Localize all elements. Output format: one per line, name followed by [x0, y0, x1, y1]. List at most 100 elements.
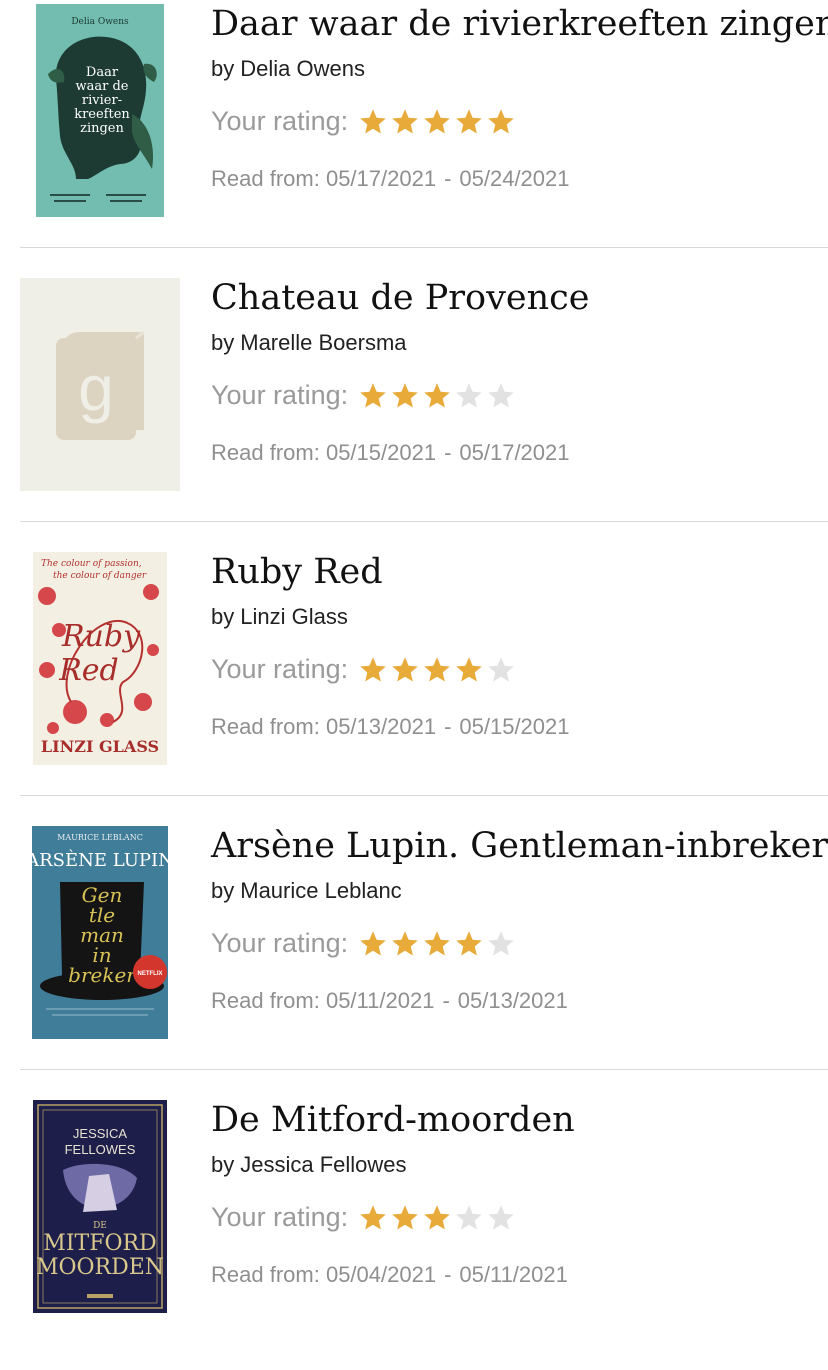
book-cover[interactable]: MAURICE LEBLANC ARSÈNE LUPIN Gen tle man…: [32, 826, 168, 1039]
book-title[interactable]: Chateau de Provence: [211, 278, 589, 318]
cover-author-line: FELLOWES: [65, 1142, 136, 1157]
book-cover[interactable]: The colour of passion, the colour of dan…: [33, 552, 167, 765]
star-filled-icon[interactable]: [486, 107, 516, 137]
read-start-date: 05/15/2021: [325, 440, 437, 465]
book-cover-placeholder[interactable]: g: [20, 278, 180, 491]
author-name[interactable]: Delia Owens: [240, 56, 365, 81]
star-filled-icon[interactable]: [390, 1203, 420, 1233]
date-separator: -: [444, 1262, 452, 1287]
read-end-date: 05/13/2021: [457, 988, 568, 1013]
read-start-date: 05/11/2021: [325, 988, 435, 1013]
read-label: Read from:: [211, 714, 320, 739]
cover-title-line: waar de: [76, 79, 129, 94]
star-rating[interactable]: [358, 655, 518, 685]
cover-art: Delia Owens Daar waar de rivier- kreefte…: [36, 4, 164, 217]
star-filled-icon[interactable]: [422, 381, 452, 411]
list-item[interactable]: JESSICA FELLOWES DE MITFORD MOORDEN De M…: [0, 1096, 828, 1370]
star-filled-icon[interactable]: [422, 1203, 452, 1233]
book-author[interactable]: by Jessica Fellowes: [211, 1152, 407, 1178]
star-filled-icon[interactable]: [358, 929, 388, 959]
cover-title-line: breker: [68, 963, 137, 987]
rating-row: Your rating:: [211, 106, 518, 137]
cover-tagline: the colour of danger: [53, 571, 147, 581]
date-separator: -: [444, 440, 452, 465]
star-rating[interactable]: [358, 107, 518, 137]
author-prefix: by: [211, 1152, 235, 1177]
read-start-date: 05/13/2021: [325, 714, 437, 739]
cover-badge: NETFLIX: [138, 971, 163, 977]
author-name[interactable]: Maurice Leblanc: [240, 878, 401, 903]
book-author[interactable]: by Maurice Leblanc: [211, 878, 402, 904]
star-filled-icon[interactable]: [422, 929, 452, 959]
book-author[interactable]: by Delia Owens: [211, 56, 365, 82]
star-filled-icon[interactable]: [390, 381, 420, 411]
book-title[interactable]: Arsène Lupin. Gentleman-inbreker: [211, 826, 828, 866]
star-rating[interactable]: [358, 381, 518, 411]
cover-art: MAURICE LEBLANC ARSÈNE LUPIN Gen tle man…: [32, 826, 168, 1039]
read-label: Read from:: [211, 1262, 320, 1287]
cover-author-text: LINZI GLASS: [41, 737, 159, 756]
divider: [20, 521, 828, 522]
read-dates: Read from: 05/15/2021-05/17/2021: [211, 440, 570, 466]
star-filled-icon[interactable]: [358, 381, 388, 411]
author-prefix: by: [211, 330, 235, 355]
star-filled-icon[interactable]: [390, 929, 420, 959]
list-item[interactable]: Delia Owens Daar waar de rivier- kreefte…: [0, 0, 828, 274]
star-filled-icon[interactable]: [358, 107, 388, 137]
cover-author-text: Delia Owens: [71, 17, 129, 27]
book-title[interactable]: De Mitford-moorden: [211, 1100, 575, 1140]
star-filled-icon[interactable]: [422, 655, 452, 685]
list-item[interactable]: The colour of passion, the colour of dan…: [0, 548, 828, 822]
star-filled-icon[interactable]: [358, 655, 388, 685]
star-filled-icon[interactable]: [358, 1203, 388, 1233]
star-filled-icon[interactable]: [454, 655, 484, 685]
rating-row: Your rating:: [211, 1202, 518, 1233]
star-empty-icon[interactable]: [454, 1203, 484, 1233]
star-filled-icon[interactable]: [454, 107, 484, 137]
rating-label: Your rating:: [211, 928, 349, 958]
star-empty-icon[interactable]: [486, 655, 516, 685]
read-label: Read from:: [211, 988, 320, 1013]
author-name[interactable]: Marelle Boersma: [240, 330, 406, 355]
star-rating[interactable]: [358, 1203, 518, 1233]
rating-row: Your rating:: [211, 654, 518, 685]
list-item[interactable]: MAURICE LEBLANC ARSÈNE LUPIN Gen tle man…: [0, 822, 828, 1096]
cover-title-line: Ruby: [61, 619, 141, 654]
author-prefix: by: [211, 604, 235, 629]
star-empty-icon[interactable]: [454, 381, 484, 411]
read-end-date: 05/24/2021: [459, 166, 570, 191]
read-end-date: 05/11/2021: [459, 1262, 568, 1287]
read-dates: Read from: 05/13/2021-05/15/2021: [211, 714, 570, 740]
book-cover[interactable]: Delia Owens Daar waar de rivier- kreefte…: [36, 4, 164, 217]
list-item[interactable]: g Chateau de Provence by Marelle Boersma …: [0, 274, 828, 548]
book-author[interactable]: by Marelle Boersma: [211, 330, 407, 356]
read-start-date: 05/04/2021: [325, 1262, 437, 1287]
author-name[interactable]: Jessica Fellowes: [240, 1152, 406, 1177]
book-title[interactable]: Daar waar de rivierkreeften zingen: [211, 4, 828, 44]
book-cover[interactable]: JESSICA FELLOWES DE MITFORD MOORDEN: [33, 1100, 167, 1313]
author-prefix: by: [211, 56, 235, 81]
star-empty-icon[interactable]: [486, 381, 516, 411]
cover-tagline: The colour of passion,: [41, 559, 142, 569]
cover-title-line: DE: [93, 1221, 107, 1231]
star-filled-icon[interactable]: [390, 655, 420, 685]
book-author[interactable]: by Linzi Glass: [211, 604, 348, 630]
star-empty-icon[interactable]: [486, 929, 516, 959]
cover-title-line: Red: [58, 653, 119, 688]
date-separator: -: [442, 988, 450, 1013]
date-separator: -: [444, 714, 452, 739]
star-filled-icon[interactable]: [422, 107, 452, 137]
read-start-date: 05/17/2021: [325, 166, 437, 191]
cover-series-text: ARSÈNE LUPIN: [32, 848, 168, 871]
star-filled-icon[interactable]: [454, 929, 484, 959]
cover-art: The colour of passion, the colour of dan…: [33, 552, 167, 765]
book-title[interactable]: Ruby Red: [211, 552, 383, 592]
rating-label: Your rating:: [211, 380, 349, 410]
read-label: Read from:: [211, 166, 320, 191]
star-rating[interactable]: [358, 929, 518, 959]
author-name[interactable]: Linzi Glass: [240, 604, 348, 629]
rating-label: Your rating:: [211, 1202, 349, 1232]
star-filled-icon[interactable]: [390, 107, 420, 137]
star-empty-icon[interactable]: [486, 1203, 516, 1233]
cover-art: JESSICA FELLOWES DE MITFORD MOORDEN: [33, 1100, 167, 1313]
